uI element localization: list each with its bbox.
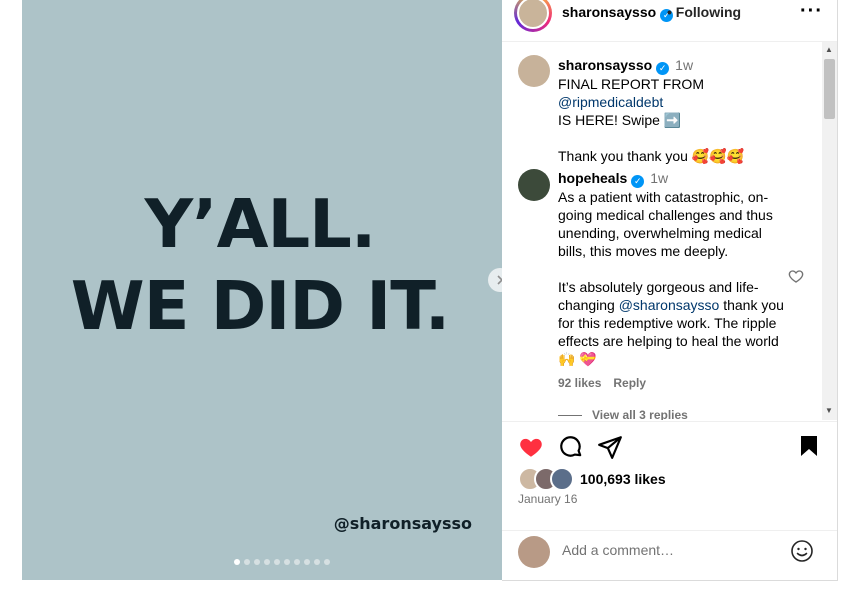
slide-dot [324,559,330,565]
caption-text: IS HERE! Swipe ➡️ [558,112,682,128]
commenter-avatar[interactable] [518,169,550,201]
scroll-up-arrow-icon[interactable]: ▲ [825,45,833,54]
comment-time[interactable]: 1w [675,57,693,73]
caption-text: Thank you thank you 🥰🥰🥰 [558,148,745,164]
comment-likes[interactable]: 92 likes [558,376,601,390]
commenter-avatar[interactable] [518,55,550,87]
slide-dot [314,559,320,565]
reply-button[interactable]: Reply [613,376,646,390]
headline-line-2: WE DID IT. [70,267,450,345]
comments-list: sharonsaysso ✓ 1w FINAL REPORT FROM @ripme… [502,42,822,420]
likes-count[interactable]: 100,693 likes [580,471,666,487]
like-heart-icon[interactable] [518,434,544,460]
comment-time[interactable]: 1w [650,170,668,186]
image-watermark: @sharonsaysso [333,514,472,533]
scroll-down-arrow-icon[interactable]: ▼ [825,406,833,415]
comment-meta: 92 likes Reply [558,376,658,390]
verified-badge-icon: ✓ [656,62,670,75]
slide-indicator [234,559,330,565]
following-button[interactable]: • Following [667,4,741,20]
view-replies-button[interactable]: View all 3 replies [558,408,688,420]
verified-badge-icon: ✓ [631,175,645,188]
add-comment-input[interactable]: Add a comment… [562,542,674,558]
comment-username[interactable]: sharonsaysso [558,57,652,73]
post-actions: 100,693 likes January 16 [502,421,837,530]
slide-dot [264,559,270,565]
comment-bubble-icon[interactable] [558,434,584,460]
current-user-avatar [518,536,550,568]
slide-dot [284,559,290,565]
mention-link[interactable]: @ripmedicaldebt [558,94,663,110]
emoji-smiley-icon[interactable] [790,539,814,563]
caption-text: FINAL REPORT FROM [558,76,704,92]
liker-avatar [550,467,574,491]
mention-link[interactable]: @sharonsaysso [619,297,720,313]
like-comment-heart-icon[interactable] [788,268,804,284]
scrollbar-thumb[interactable] [824,59,835,119]
caption: sharonsaysso ✓ 1w FINAL REPORT FROM @ripme… [558,56,808,165]
comment: hopeheals ✓ 1w As a patient with catastrop… [558,169,784,368]
slide-dot [244,559,250,565]
slide-dot [304,559,310,565]
add-comment-bar: Add a comment… [502,530,837,581]
comment-text: As a patient with catastrophic, on-going… [558,189,773,259]
headline-line-1: Y’ALL. [144,185,377,263]
comments-scrollbar[interactable]: ▲ ▼ [822,42,837,420]
post-date[interactable]: January 16 [518,492,577,506]
slide-dot [234,559,240,565]
post-details-panel: sharonsaysso ✓ • Following ··· sharonsays… [502,0,838,581]
comment-username[interactable]: hopeheals [558,170,627,186]
more-options-icon[interactable]: ··· [800,0,823,23]
share-send-icon[interactable] [597,434,623,460]
slide-dot [294,559,300,565]
post-image[interactable]: Y’ALL. WE DID IT. @sharonsaysso [22,0,502,580]
chevron-right-icon [497,275,502,285]
slide-dot [254,559,260,565]
author-avatar[interactable] [514,0,552,32]
post-header: sharonsaysso ✓ • Following ··· [502,0,837,42]
slide-dot [274,559,280,565]
likes-summary[interactable]: 100,693 likes [518,467,666,491]
author-username[interactable]: sharonsaysso ✓ [562,4,674,22]
image-headline: Y’ALL. WE DID IT. [22,183,498,347]
save-bookmark-icon[interactable] [798,434,820,458]
